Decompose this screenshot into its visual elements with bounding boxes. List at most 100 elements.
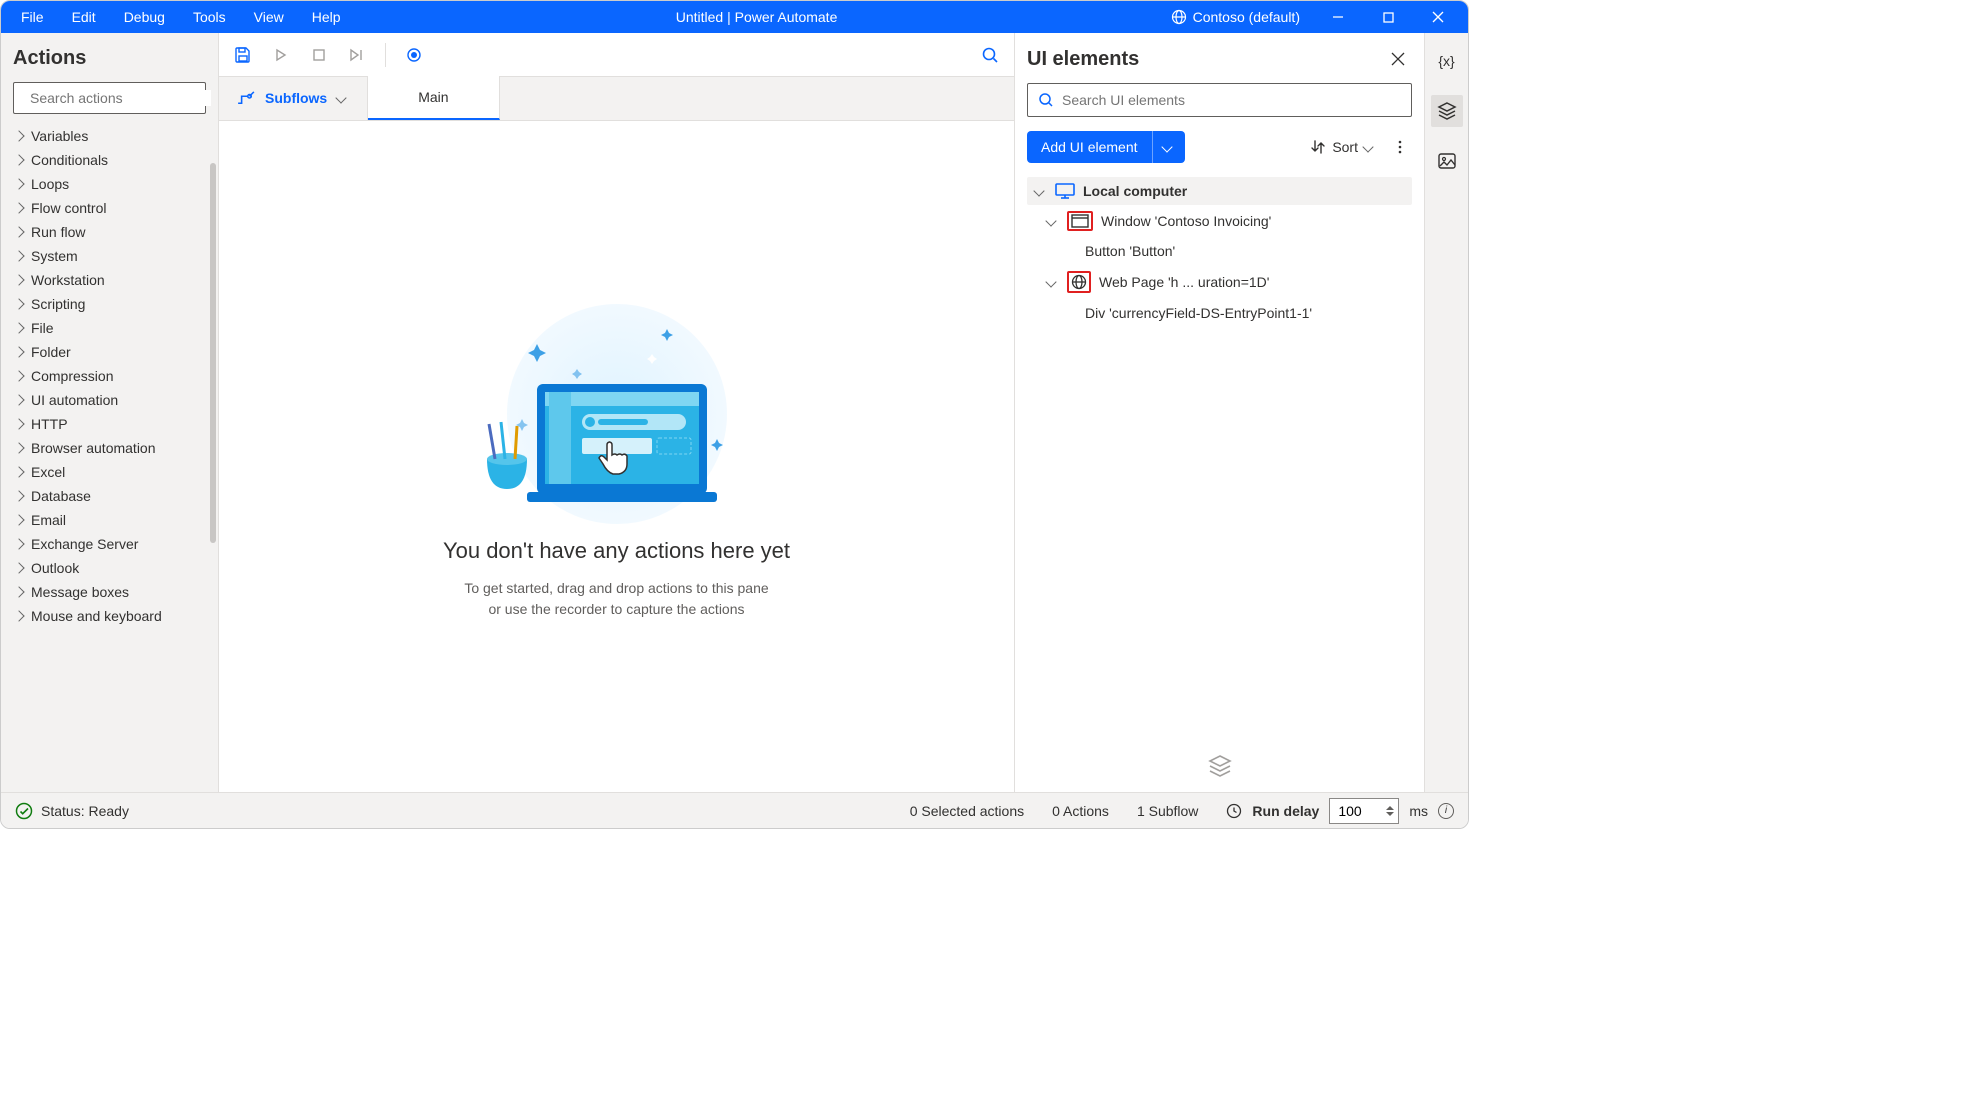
minimize-icon [1332, 11, 1344, 23]
canvas-search-button[interactable] [980, 45, 1000, 65]
window-title: Untitled | Power Automate [361, 9, 1153, 25]
action-category-label: Browser automation [31, 440, 156, 456]
action-category-browser-automation[interactable]: Browser automation [13, 436, 206, 460]
action-category-database[interactable]: Database [13, 484, 206, 508]
tree-item-webpage[interactable]: Web Page 'h ... uration=1D' [1027, 265, 1412, 299]
tree-item-window[interactable]: Window 'Contoso Invoicing' [1027, 205, 1412, 237]
scrollbar[interactable] [210, 163, 216, 543]
title-bar: FileEditDebugToolsViewHelp Untitled | Po… [1, 1, 1468, 33]
variables-pane-button[interactable]: {x} [1431, 45, 1463, 77]
add-ui-element-button[interactable]: Add UI element [1027, 131, 1185, 163]
chevron-right-icon [13, 178, 24, 189]
environment-selector[interactable]: Contoso (default) [1161, 9, 1310, 25]
action-category-compression[interactable]: Compression [13, 364, 206, 388]
right-panel-footer [1027, 738, 1412, 788]
images-pane-button[interactable] [1431, 145, 1463, 177]
chevron-right-icon [13, 610, 24, 621]
run-delay-spinner[interactable] [1386, 806, 1394, 816]
action-category-scripting[interactable]: Scripting [13, 292, 206, 316]
action-category-system[interactable]: System [13, 244, 206, 268]
add-ui-element-label: Add UI element [1027, 139, 1152, 155]
action-category-run-flow[interactable]: Run flow [13, 220, 206, 244]
actions-title: Actions [13, 47, 206, 70]
close-panel-button[interactable] [1384, 45, 1412, 73]
sort-button[interactable]: Sort [1310, 139, 1376, 155]
menu-tools[interactable]: Tools [181, 5, 238, 29]
chevron-down-icon [1045, 215, 1056, 226]
stop-button[interactable] [309, 45, 329, 65]
tab-main-label: Main [418, 89, 448, 105]
action-category-label: Flow control [31, 200, 106, 216]
spinner-up-icon [1386, 806, 1394, 810]
action-category-loops[interactable]: Loops [13, 172, 206, 196]
record-button[interactable] [404, 45, 424, 65]
empty-state-subtext: To get started, drag and drop actions to… [464, 578, 768, 620]
actions-search-box[interactable] [13, 82, 206, 114]
chevron-right-icon [13, 490, 24, 501]
action-category-label: Loops [31, 176, 69, 192]
actions-category-list: VariablesConditionals Loops Flow control Ru… [13, 124, 206, 784]
ui-elements-search-box[interactable] [1027, 83, 1412, 117]
chevron-right-icon [13, 298, 24, 309]
actions-sidebar: Actions VariablesConditionals Loops Flow c… [1, 33, 219, 792]
action-category-variables[interactable]: Variables [13, 124, 206, 148]
menu-edit[interactable]: Edit [60, 5, 108, 29]
status-bar: Status: Ready 0 Selected actions 0 Actio… [1, 792, 1468, 828]
tree-root-local-computer[interactable]: Local computer [1027, 177, 1412, 205]
action-category-outlook[interactable]: Outlook [13, 556, 206, 580]
menu-debug[interactable]: Debug [112, 5, 177, 29]
more-button[interactable] [1388, 140, 1412, 154]
run-button[interactable] [271, 45, 291, 65]
save-button[interactable] [233, 45, 253, 65]
more-vertical-icon [1393, 140, 1407, 154]
action-category-ui-automation[interactable]: UI automation [13, 388, 206, 412]
spinner-down-icon [1386, 812, 1394, 816]
minimize-button[interactable] [1316, 1, 1360, 33]
action-category-flow-control[interactable]: Flow control [13, 196, 206, 220]
window-icon-highlighted [1067, 211, 1093, 231]
chevron-right-icon [13, 322, 24, 333]
ui-elements-tree: Local computer Window 'Contoso Invoicing… [1027, 177, 1412, 738]
add-ui-element-dropdown[interactable] [1152, 131, 1185, 163]
tab-main[interactable]: Main [368, 76, 499, 120]
menu-view[interactable]: View [242, 5, 296, 29]
close-button[interactable] [1416, 1, 1460, 33]
action-category-excel[interactable]: Excel [13, 460, 206, 484]
menu-file[interactable]: File [9, 5, 56, 29]
action-category-label: UI automation [31, 392, 118, 408]
tree-item-div[interactable]: Div 'currencyField-DS-EntryPoint1-1' [1027, 299, 1412, 327]
step-button[interactable] [347, 45, 367, 65]
tree-item-window-label: Window 'Contoso Invoicing' [1101, 213, 1271, 229]
action-category-folder[interactable]: Folder [13, 340, 206, 364]
action-category-mouse-and-keyboard[interactable]: Mouse and keyboard [13, 604, 206, 628]
close-icon [1391, 52, 1405, 66]
subflows-dropdown[interactable]: Subflows [219, 76, 368, 120]
action-category-file[interactable]: File [13, 316, 206, 340]
menu-help[interactable]: Help [300, 5, 353, 29]
action-category-workstation[interactable]: Workstation [13, 268, 206, 292]
maximize-button[interactable] [1366, 1, 1410, 33]
ui-elements-search-input[interactable] [1062, 92, 1401, 108]
action-category-label: Exchange Server [31, 536, 138, 552]
actions-search-input[interactable] [30, 90, 211, 106]
sort-label: Sort [1332, 139, 1358, 155]
sort-icon [1310, 139, 1326, 155]
tree-item-button[interactable]: Button 'Button' [1027, 237, 1412, 265]
action-category-http[interactable]: HTTP [13, 412, 206, 436]
run-delay-input-box[interactable] [1329, 798, 1399, 824]
info-button[interactable]: i [1438, 803, 1454, 819]
chevron-right-icon [13, 562, 24, 573]
check-circle-icon [15, 802, 33, 820]
empty-state-line2: or use the recorder to capture the actio… [464, 599, 768, 620]
right-toolstrip: {x} [1424, 33, 1468, 792]
run-delay-input[interactable] [1338, 803, 1378, 819]
ui-elements-panel: UI elements Add UI element Sort [1014, 33, 1424, 792]
run-delay-label: Run delay [1252, 803, 1319, 819]
action-category-email[interactable]: Email [13, 508, 206, 532]
action-category-exchange-server[interactable]: Exchange Server [13, 532, 206, 556]
action-category-label: HTTP [31, 416, 68, 432]
action-category-message-boxes[interactable]: Message boxes [13, 580, 206, 604]
ui-elements-pane-button[interactable] [1431, 95, 1463, 127]
action-category-conditionals[interactable]: Conditionals [13, 148, 206, 172]
tree-item-webpage-label: Web Page 'h ... uration=1D' [1099, 274, 1269, 290]
